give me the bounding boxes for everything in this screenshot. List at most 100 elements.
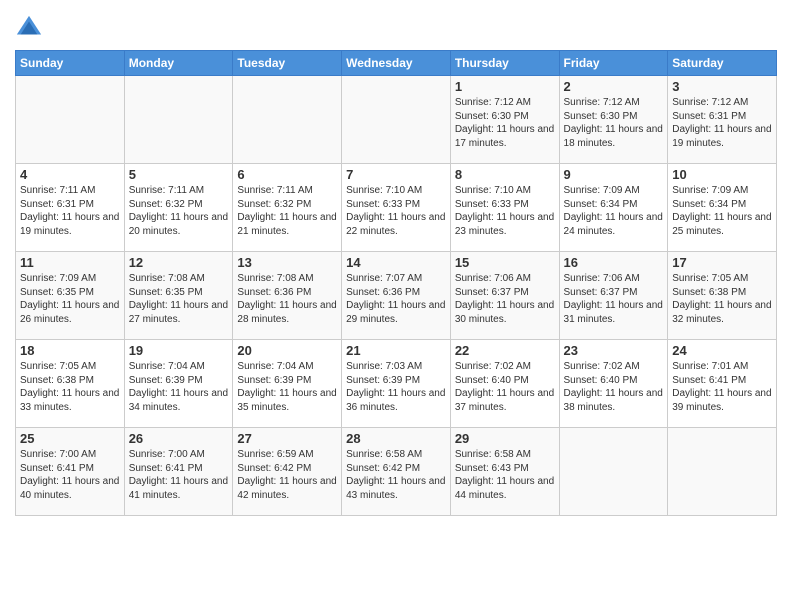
- calendar-cell: 1 Sunrise: 7:12 AM Sunset: 6:30 PM Daylig…: [450, 76, 559, 164]
- day-info: Sunrise: 6:58 AM Sunset: 6:43 PM Dayligh…: [455, 448, 555, 502]
- day-number: 23: [564, 343, 664, 358]
- calendar-cell: 5Sunrise: 7:11 AM Sunset: 6:32 PM Daylig…: [124, 164, 233, 252]
- calendar-cell: 2 Sunrise: 7:12 AM Sunset: 6:30 PM Daylig…: [559, 76, 668, 164]
- day-number: 16: [564, 255, 664, 270]
- weekday-header: Tuesday: [233, 51, 342, 76]
- calendar-cell: 6 Sunrise: 7:11 AM Sunset: 6:32 PM Daylig…: [233, 164, 342, 252]
- day-info: Sunrise: 7:02 AM Sunset: 6:40 PM Dayligh…: [564, 360, 664, 414]
- day-number: 4: [20, 167, 120, 182]
- day-number: 19: [129, 343, 229, 358]
- calendar-cell: 18 Sunrise: 7:05 AM Sunset: 6:38 PM Dayli…: [16, 340, 125, 428]
- calendar-week: 1 Sunrise: 7:12 AM Sunset: 6:30 PM Daylig…: [16, 76, 777, 164]
- day-number: 3: [672, 79, 772, 94]
- day-info: Sunrise: 7:12 AM Sunset: 6:30 PM Dayligh…: [564, 96, 664, 150]
- day-info: Sunrise: 7:09 AM Sunset: 6:34 PM Dayligh…: [672, 184, 772, 238]
- day-info: Sunrise: 7:08 AM Sunset: 6:35 PM Dayligh…: [129, 272, 229, 326]
- calendar-cell: 24 Sunrise: 7:01 AM Sunset: 6:41 PM Dayli…: [668, 340, 777, 428]
- calendar-cell: 8Sunrise: 7:10 AM Sunset: 6:33 PM Daylig…: [450, 164, 559, 252]
- calendar-cell: [124, 76, 233, 164]
- day-info: Sunrise: 7:08 AM Sunset: 6:36 PM Dayligh…: [237, 272, 337, 326]
- day-info: Sunrise: 7:09 AM Sunset: 6:35 PM Dayligh…: [20, 272, 120, 326]
- day-info: Sunrise: 7:06 AM Sunset: 6:37 PM Dayligh…: [455, 272, 555, 326]
- day-number: 25: [20, 431, 120, 446]
- calendar-cell: 14Sunrise: 7:07 AM Sunset: 6:36 PM Dayli…: [342, 252, 451, 340]
- weekday-header: Wednesday: [342, 51, 451, 76]
- day-number: 20: [237, 343, 337, 358]
- day-info: Sunrise: 7:11 AM Sunset: 6:32 PM Dayligh…: [237, 184, 337, 238]
- calendar-week: 11 Sunrise: 7:09 AM Sunset: 6:35 PM Dayli…: [16, 252, 777, 340]
- calendar-cell: 26 Sunrise: 7:00 AM Sunset: 6:41 PM Dayli…: [124, 428, 233, 516]
- day-info: Sunrise: 7:00 AM Sunset: 6:41 PM Dayligh…: [129, 448, 229, 502]
- day-info: Sunrise: 6:58 AM Sunset: 6:42 PM Dayligh…: [346, 448, 446, 502]
- day-number: 15: [455, 255, 555, 270]
- calendar-cell: 19 Sunrise: 7:04 AM Sunset: 6:39 PM Dayli…: [124, 340, 233, 428]
- calendar-cell: 3 Sunrise: 7:12 AM Sunset: 6:31 PM Daylig…: [668, 76, 777, 164]
- day-info: Sunrise: 7:04 AM Sunset: 6:39 PM Dayligh…: [237, 360, 337, 414]
- day-info: Sunrise: 7:06 AM Sunset: 6:37 PM Dayligh…: [564, 272, 664, 326]
- day-number: 14: [346, 255, 446, 270]
- calendar-cell: 29 Sunrise: 6:58 AM Sunset: 6:43 PM Dayli…: [450, 428, 559, 516]
- day-info: Sunrise: 7:02 AM Sunset: 6:40 PM Dayligh…: [455, 360, 555, 414]
- day-number: 27: [237, 431, 337, 446]
- day-number: 9: [564, 167, 664, 182]
- day-info: Sunrise: 7:01 AM Sunset: 6:41 PM Dayligh…: [672, 360, 772, 414]
- calendar-week: 4 Sunrise: 7:11 AM Sunset: 6:31 PM Daylig…: [16, 164, 777, 252]
- day-info: Sunrise: 7:03 AM Sunset: 6:39 PM Dayligh…: [346, 360, 446, 414]
- logo: [15, 14, 45, 42]
- calendar-cell: 16 Sunrise: 7:06 AM Sunset: 6:37 PM Dayli…: [559, 252, 668, 340]
- calendar-cell: 23 Sunrise: 7:02 AM Sunset: 6:40 PM Dayli…: [559, 340, 668, 428]
- day-number: 22: [455, 343, 555, 358]
- day-number: 7: [346, 167, 446, 182]
- calendar-cell: 7 Sunrise: 7:10 AM Sunset: 6:33 PM Daylig…: [342, 164, 451, 252]
- day-number: 13: [237, 255, 337, 270]
- day-info: Sunrise: 7:04 AM Sunset: 6:39 PM Dayligh…: [129, 360, 229, 414]
- calendar-page: SundayMondayTuesdayWednesdayThursdayFrid…: [0, 0, 792, 612]
- day-number: 6: [237, 167, 337, 182]
- day-number: 24: [672, 343, 772, 358]
- calendar-cell: [559, 428, 668, 516]
- calendar-week: 25 Sunrise: 7:00 AM Sunset: 6:41 PM Dayli…: [16, 428, 777, 516]
- logo-icon: [15, 14, 43, 42]
- calendar-table: SundayMondayTuesdayWednesdayThursdayFrid…: [15, 50, 777, 516]
- day-number: 1: [455, 79, 555, 94]
- calendar-cell: 9Sunrise: 7:09 AM Sunset: 6:34 PM Daylig…: [559, 164, 668, 252]
- calendar-cell: 28 Sunrise: 6:58 AM Sunset: 6:42 PM Dayli…: [342, 428, 451, 516]
- day-info: Sunrise: 7:11 AM Sunset: 6:31 PM Dayligh…: [20, 184, 120, 238]
- day-info: Sunrise: 7:12 AM Sunset: 6:30 PM Dayligh…: [455, 96, 555, 150]
- day-number: 28: [346, 431, 446, 446]
- day-info: Sunrise: 7:00 AM Sunset: 6:41 PM Dayligh…: [20, 448, 120, 502]
- calendar-body: 1 Sunrise: 7:12 AM Sunset: 6:30 PM Daylig…: [16, 76, 777, 516]
- calendar-cell: 11 Sunrise: 7:09 AM Sunset: 6:35 PM Dayli…: [16, 252, 125, 340]
- calendar-cell: 12 Sunrise: 7:08 AM Sunset: 6:35 PM Dayli…: [124, 252, 233, 340]
- day-info: Sunrise: 7:05 AM Sunset: 6:38 PM Dayligh…: [20, 360, 120, 414]
- calendar-cell: [668, 428, 777, 516]
- calendar-cell: 15 Sunrise: 7:06 AM Sunset: 6:37 PM Dayli…: [450, 252, 559, 340]
- calendar-cell: 10 Sunrise: 7:09 AM Sunset: 6:34 PM Dayli…: [668, 164, 777, 252]
- day-info: Sunrise: 6:59 AM Sunset: 6:42 PM Dayligh…: [237, 448, 337, 502]
- day-number: 29: [455, 431, 555, 446]
- weekday-header: Sunday: [16, 51, 125, 76]
- day-number: 12: [129, 255, 229, 270]
- calendar-cell: 25 Sunrise: 7:00 AM Sunset: 6:41 PM Dayli…: [16, 428, 125, 516]
- calendar-cell: 27 Sunrise: 6:59 AM Sunset: 6:42 PM Dayli…: [233, 428, 342, 516]
- day-number: 26: [129, 431, 229, 446]
- day-info: Sunrise: 7:12 AM Sunset: 6:31 PM Dayligh…: [672, 96, 772, 150]
- calendar-cell: 17Sunrise: 7:05 AM Sunset: 6:38 PM Dayli…: [668, 252, 777, 340]
- weekday-header: Monday: [124, 51, 233, 76]
- day-number: 10: [672, 167, 772, 182]
- day-number: 18: [20, 343, 120, 358]
- day-number: 5: [129, 167, 229, 182]
- calendar-week: 18 Sunrise: 7:05 AM Sunset: 6:38 PM Dayli…: [16, 340, 777, 428]
- calendar-cell: 13 Sunrise: 7:08 AM Sunset: 6:36 PM Dayli…: [233, 252, 342, 340]
- day-number: 2: [564, 79, 664, 94]
- calendar-cell: [16, 76, 125, 164]
- weekday-header: Friday: [559, 51, 668, 76]
- calendar-cell: [233, 76, 342, 164]
- weekday-row: SundayMondayTuesdayWednesdayThursdayFrid…: [16, 51, 777, 76]
- weekday-header: Saturday: [668, 51, 777, 76]
- calendar-cell: 21Sunrise: 7:03 AM Sunset: 6:39 PM Dayli…: [342, 340, 451, 428]
- calendar-cell: 4 Sunrise: 7:11 AM Sunset: 6:31 PM Daylig…: [16, 164, 125, 252]
- day-number: 11: [20, 255, 120, 270]
- day-info: Sunrise: 7:05 AM Sunset: 6:38 PM Dayligh…: [672, 272, 772, 326]
- day-info: Sunrise: 7:10 AM Sunset: 6:33 PM Dayligh…: [346, 184, 446, 238]
